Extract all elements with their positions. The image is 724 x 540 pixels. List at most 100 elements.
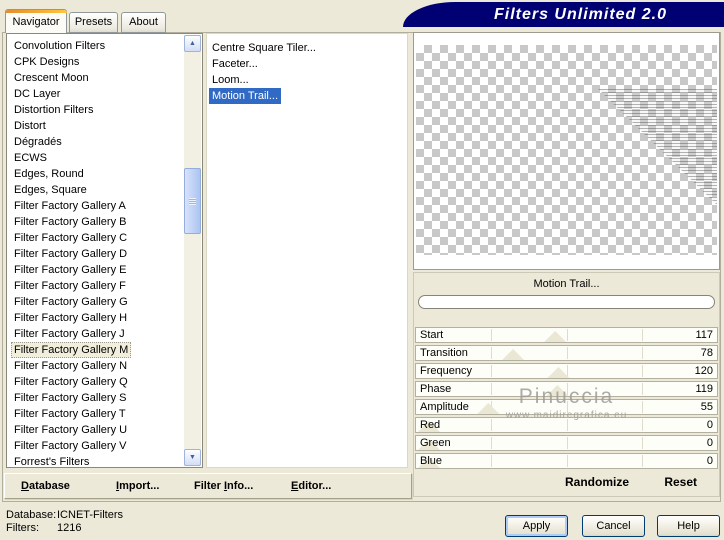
slider-start[interactable]: Start 117 xyxy=(415,327,718,343)
category-item[interactable]: Filter Factory Gallery E xyxy=(11,262,129,278)
database-label: Database: xyxy=(6,509,57,521)
filter-list: Centre Square Tiler... Faceter... Loom... M… xyxy=(206,33,408,468)
category-item[interactable]: ECWS xyxy=(11,150,50,166)
tab-presets[interactable]: Presets xyxy=(69,12,118,33)
slider-label: Amplitude xyxy=(420,401,469,413)
category-item[interactable]: Crescent Moon xyxy=(11,70,92,86)
reset-button[interactable]: Reset xyxy=(664,475,697,489)
slider-green[interactable]: Green 0 xyxy=(415,435,718,451)
help-button[interactable]: Help xyxy=(657,515,720,537)
slider-frequency[interactable]: Frequency 120 xyxy=(415,363,718,379)
filter-item[interactable]: Centre Square Tiler... xyxy=(209,40,319,56)
category-item[interactable]: Filter Factory Gallery M xyxy=(11,342,132,358)
slider-tick xyxy=(641,383,643,395)
category-item[interactable]: Filter Factory Gallery H xyxy=(11,310,130,326)
slider-tick xyxy=(641,401,643,413)
slider-tick xyxy=(566,347,568,359)
slider-value: 0 xyxy=(706,437,713,449)
slider-value: 117 xyxy=(695,329,713,341)
category-item[interactable]: Convolution Filters xyxy=(11,38,108,54)
slider-transition[interactable]: Transition 78 xyxy=(415,345,718,361)
controls-panel: Motion Trail... Start 117 Transition 78 Freq… xyxy=(413,272,720,497)
slider-label: Transition xyxy=(420,347,468,359)
category-item[interactable]: Filter Factory Gallery F xyxy=(11,278,129,294)
scrollbar-thumb[interactable] xyxy=(184,168,201,234)
slider-label: Green xyxy=(420,437,451,449)
tab-label: About xyxy=(129,16,158,28)
slider-tick xyxy=(491,329,493,341)
slider-thumb-icon[interactable] xyxy=(502,349,525,360)
slider-tick xyxy=(491,419,493,431)
slider-tick xyxy=(566,455,568,467)
filters-count-label: Filters: xyxy=(6,522,39,534)
slider-rows: Start 117 Transition 78 Frequency 120 Phase 119… xyxy=(415,327,718,471)
category-item[interactable]: DC Layer xyxy=(11,86,63,102)
category-item[interactable]: Filter Factory Gallery N xyxy=(11,358,130,374)
slider-tick xyxy=(566,419,568,431)
filter-item[interactable]: Faceter... xyxy=(209,56,261,72)
scroll-up-icon[interactable]: ▲ xyxy=(184,35,201,52)
slider-tick xyxy=(491,383,493,395)
slider-thumb-icon[interactable] xyxy=(546,385,569,396)
category-item[interactable]: Forrest's Filters xyxy=(11,454,92,467)
category-item[interactable]: Filter Factory Gallery A xyxy=(11,198,129,214)
slider-value: 0 xyxy=(706,455,713,467)
slider-red[interactable]: Red 0 xyxy=(415,417,718,433)
category-item[interactable]: Dégradés xyxy=(11,134,65,150)
category-item[interactable]: Filter Factory Gallery J xyxy=(11,326,128,342)
category-item[interactable]: Filter Factory Gallery V xyxy=(11,438,129,454)
category-item[interactable]: Distortion Filters xyxy=(11,102,96,118)
slider-tick xyxy=(566,437,568,449)
slider-phase[interactable]: Phase 119 xyxy=(415,381,718,397)
toolbar-database-button[interactable]: Database xyxy=(21,474,70,498)
slider-thumb-icon[interactable] xyxy=(544,331,567,342)
title-banner: Filters Unlimited 2.0 xyxy=(403,2,724,27)
category-item[interactable]: Distort xyxy=(11,118,49,134)
slider-tick xyxy=(641,365,643,377)
category-item[interactable]: CPK Designs xyxy=(11,54,82,70)
slider-tick xyxy=(641,329,643,341)
cancel-button[interactable]: Cancel xyxy=(582,515,645,537)
category-item[interactable]: Filter Factory Gallery Q xyxy=(11,374,131,390)
window-title: Filters Unlimited 2.0 xyxy=(493,6,668,23)
category-list: ▲ ▼ Convolution Filters CPK Designs Cresce… xyxy=(6,33,203,468)
apply-button[interactable]: Apply xyxy=(505,515,568,537)
slider-value: 119 xyxy=(695,383,713,395)
tab-navigator[interactable]: Navigator xyxy=(5,9,67,33)
slider-value: 78 xyxy=(700,347,713,359)
database-value: ICNET-Filters xyxy=(57,509,123,521)
motion-trail-effect xyxy=(598,89,717,205)
slider-label: Start xyxy=(420,329,444,341)
category-item[interactable]: Filter Factory Gallery U xyxy=(11,422,130,438)
filter-item[interactable]: Motion Trail... xyxy=(209,88,282,104)
slider-tick xyxy=(641,347,643,359)
tab-about[interactable]: About xyxy=(121,12,166,33)
category-item[interactable]: Edges, Round xyxy=(11,166,87,182)
randomize-button[interactable]: Randomize xyxy=(565,475,629,489)
slider-thumb-icon[interactable] xyxy=(477,403,500,414)
slider-tick xyxy=(491,365,493,377)
slider-blue[interactable]: Blue 0 xyxy=(415,453,718,469)
slider-tick xyxy=(491,347,493,359)
slider-label: Phase xyxy=(420,383,452,395)
slider-amplitude[interactable]: Amplitude 55 xyxy=(415,399,718,415)
category-item[interactable]: Filter Factory Gallery C xyxy=(11,230,130,246)
slider-label: Blue xyxy=(420,455,443,467)
category-item[interactable]: Filter Factory Gallery B xyxy=(11,214,129,230)
category-item[interactable]: Filter Factory Gallery T xyxy=(11,406,129,422)
slider-value: 55 xyxy=(700,401,713,413)
category-scrollbar[interactable]: ▲ ▼ xyxy=(184,35,201,466)
toolbar: Database Import... Filter Info... Editor... xyxy=(4,473,412,499)
toolbar-info-button[interactable]: Filter Info... xyxy=(194,474,253,498)
filters-unlimited-dialog: Filters Unlimited 2.0 Navigator Presets … xyxy=(0,0,724,540)
category-item[interactable]: Filter Factory Gallery D xyxy=(11,246,130,262)
slider-value: 120 xyxy=(694,365,713,377)
slider-tick xyxy=(566,401,568,413)
category-item[interactable]: Filter Factory Gallery G xyxy=(11,294,131,310)
filter-item[interactable]: Loom... xyxy=(209,72,252,88)
category-item[interactable]: Filter Factory Gallery S xyxy=(11,390,129,406)
toolbar-editor-button[interactable]: Editor... xyxy=(291,474,331,498)
toolbar-import-button[interactable]: Import... xyxy=(116,474,159,498)
scroll-down-icon[interactable]: ▼ xyxy=(184,449,201,466)
category-item[interactable]: Edges, Square xyxy=(11,182,90,198)
